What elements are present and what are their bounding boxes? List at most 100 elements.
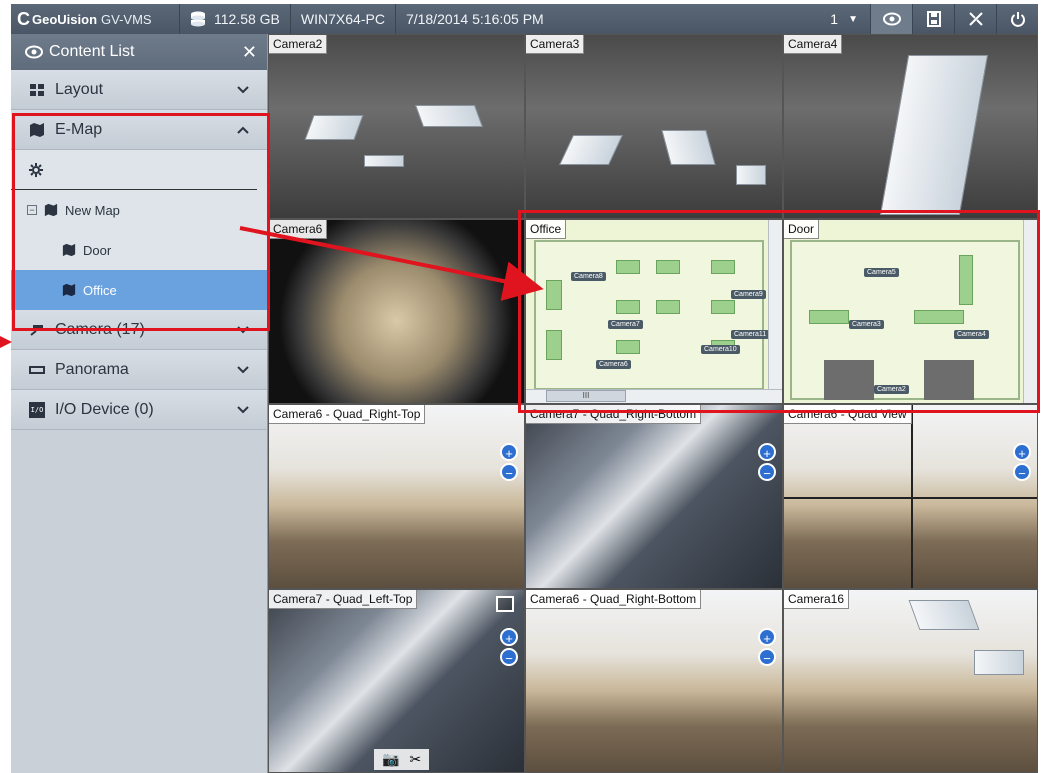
content-list-header: Content List ✕ — [11, 34, 267, 70]
zoom-in-icon[interactable]: + — [758, 443, 776, 461]
emap-settings-row[interactable] — [11, 150, 257, 190]
tree-item-new-map[interactable]: − New Map — [11, 190, 267, 230]
camera-tile-camera6[interactable]: Camera6 — [268, 219, 525, 404]
chevron-down-icon — [237, 405, 249, 413]
database-icon — [191, 11, 205, 27]
section-label: I/O Device (0) — [55, 400, 154, 418]
tile-label: Camera6 - Quad_Right-Bottom — [526, 590, 702, 609]
section-label: E-Map — [55, 120, 103, 138]
vertical-scrollbar[interactable] — [768, 220, 782, 403]
tree-item-label: Door — [83, 242, 112, 258]
vertical-scrollbar[interactable] — [1023, 220, 1037, 403]
snapshot-icon[interactable]: 📷 — [382, 751, 399, 768]
section-panorama[interactable]: Panorama — [11, 350, 267, 390]
zoom-out-icon[interactable]: − — [1013, 463, 1031, 481]
camera-tile-quad-right-bottom-2[interactable]: Camera6 - Quad_Right-Bottom + − — [525, 589, 783, 773]
map-desk — [656, 300, 680, 314]
camera-tile-camera3[interactable]: Camera3 — [525, 34, 783, 219]
content-list-title: Content List — [49, 43, 135, 60]
layout-icon — [30, 83, 44, 96]
zoom-in-icon[interactable]: + — [500, 628, 518, 646]
section-emap[interactable]: E-Map — [11, 110, 267, 150]
camera-tile-camera4[interactable]: Camera4 — [783, 34, 1038, 219]
tile-label: Office — [526, 220, 567, 239]
app-logo: C GeoUision GV-VMS — [11, 4, 179, 34]
camera-grid: Camera2 Camera3 Camera4 Camera6 Office C… — [268, 34, 1038, 773]
tile-label: Door — [784, 220, 820, 239]
camera-tile-quad-left-top[interactable]: Camera7 - Quad_Left-Top + − 📷 ✂ — [268, 589, 525, 773]
map-desk — [711, 260, 735, 274]
page-selector[interactable]: 1 ▼ — [818, 4, 870, 34]
chevron-down-icon: ▼ — [848, 13, 858, 25]
tree-item-label: Office — [83, 282, 117, 298]
map-camera-tag[interactable]: Camera9 — [731, 290, 766, 299]
section-camera[interactable]: Camera (17) — [11, 310, 267, 350]
tree-item-label: New Map — [65, 202, 120, 218]
tree-item-door[interactable]: Door — [11, 230, 267, 270]
section-io-device[interactable]: I/O I/O Device (0) — [11, 390, 267, 430]
map-icon — [30, 122, 44, 137]
map-camera-tag[interactable]: Camera3 — [849, 320, 884, 329]
ceiling-light — [304, 115, 364, 140]
playback-button[interactable] — [912, 4, 954, 34]
ceiling-light — [559, 135, 623, 165]
io-icon-text: I/O — [30, 405, 44, 414]
gear-icon — [29, 162, 43, 177]
map-elevator — [924, 360, 974, 400]
zoom-in-icon[interactable]: + — [500, 443, 518, 461]
zoom-out-icon[interactable]: − — [758, 648, 776, 666]
zoom-out-icon[interactable]: − — [758, 463, 776, 481]
tile-label: Camera6 - Quad View — [784, 405, 912, 424]
camera-icon — [30, 324, 43, 336]
ceiling-light — [908, 600, 980, 630]
camera-tile-quad-view[interactable]: Camera6 - Quad View + − — [783, 404, 1038, 589]
map-camera-tag[interactable]: Camera4 — [954, 330, 989, 339]
section-label: Panorama — [55, 360, 129, 378]
tile-label: Camera6 — [269, 220, 328, 239]
map-camera-tag[interactable]: Camera2 — [874, 385, 909, 394]
tile-label: Camera6 - Quad_Right-Top — [269, 405, 426, 424]
logo-brand: GeoUision — [32, 11, 98, 27]
map-camera-tag[interactable]: Camera8 — [571, 272, 606, 281]
map-icon — [62, 243, 76, 257]
power-button[interactable] — [996, 4, 1038, 34]
tile-label: Camera7 - Quad_Left-Top — [269, 590, 418, 609]
map-camera-tag[interactable]: Camera5 — [864, 268, 899, 277]
section-layout[interactable]: Layout — [11, 70, 267, 110]
zoom-out-icon[interactable]: − — [500, 648, 518, 666]
zoom-in-icon[interactable]: + — [1013, 443, 1031, 461]
zoom-out-icon[interactable]: − — [500, 463, 518, 481]
zoom-in-icon[interactable]: + — [758, 628, 776, 646]
camera-tile-quad-right-bottom[interactable]: Camera7 - Quad_Right-Bottom + − — [525, 404, 783, 589]
fullscreen-icon[interactable] — [496, 596, 514, 612]
map-camera-tag[interactable]: Camera7 — [608, 320, 643, 329]
map-camera-tag[interactable]: Camera11 — [731, 330, 770, 339]
close-icon[interactable]: ✕ — [242, 42, 257, 63]
map-desk — [809, 310, 849, 324]
map-desk — [616, 300, 640, 314]
emap-tile-door[interactable]: Door Camera5 Camera3 Camera4 Camera2 — [783, 219, 1038, 404]
tools-icon[interactable]: ✂ — [409, 751, 421, 768]
content-list-panel: Content List ✕ Layout E-Map − New Map Do… — [11, 34, 268, 773]
horizontal-scrollbar[interactable]: III — [526, 389, 782, 403]
ceiling-light — [661, 130, 716, 165]
tree-item-office[interactable]: Office — [11, 270, 267, 310]
live-view-button[interactable] — [870, 4, 912, 34]
map-camera-tag[interactable]: Camera10 — [701, 345, 740, 354]
tools-button[interactable] — [954, 4, 996, 34]
logo-mark: C — [17, 8, 30, 29]
power-icon — [1010, 12, 1025, 27]
camera-tile-camera2[interactable]: Camera2 — [268, 34, 525, 219]
camera-tile-quad-right-top[interactable]: Camera6 - Quad_Right-Top + − — [268, 404, 525, 589]
map-camera-tag[interactable]: Camera6 — [596, 360, 631, 369]
tile-label: Camera16 — [784, 590, 850, 609]
camera-tile-camera16[interactable]: Camera16 — [783, 589, 1038, 773]
save-icon — [926, 11, 941, 27]
section-label: Layout — [55, 80, 104, 98]
scroll-thumb[interactable]: III — [546, 390, 626, 402]
chevron-up-icon — [237, 126, 249, 134]
ceiling-light — [879, 55, 989, 215]
emap-tile-office[interactable]: Office Camera8 Camera7 Camera9 Camera10 … — [525, 219, 783, 404]
collapse-icon[interactable]: − — [27, 205, 37, 215]
ceiling-light — [414, 105, 484, 127]
